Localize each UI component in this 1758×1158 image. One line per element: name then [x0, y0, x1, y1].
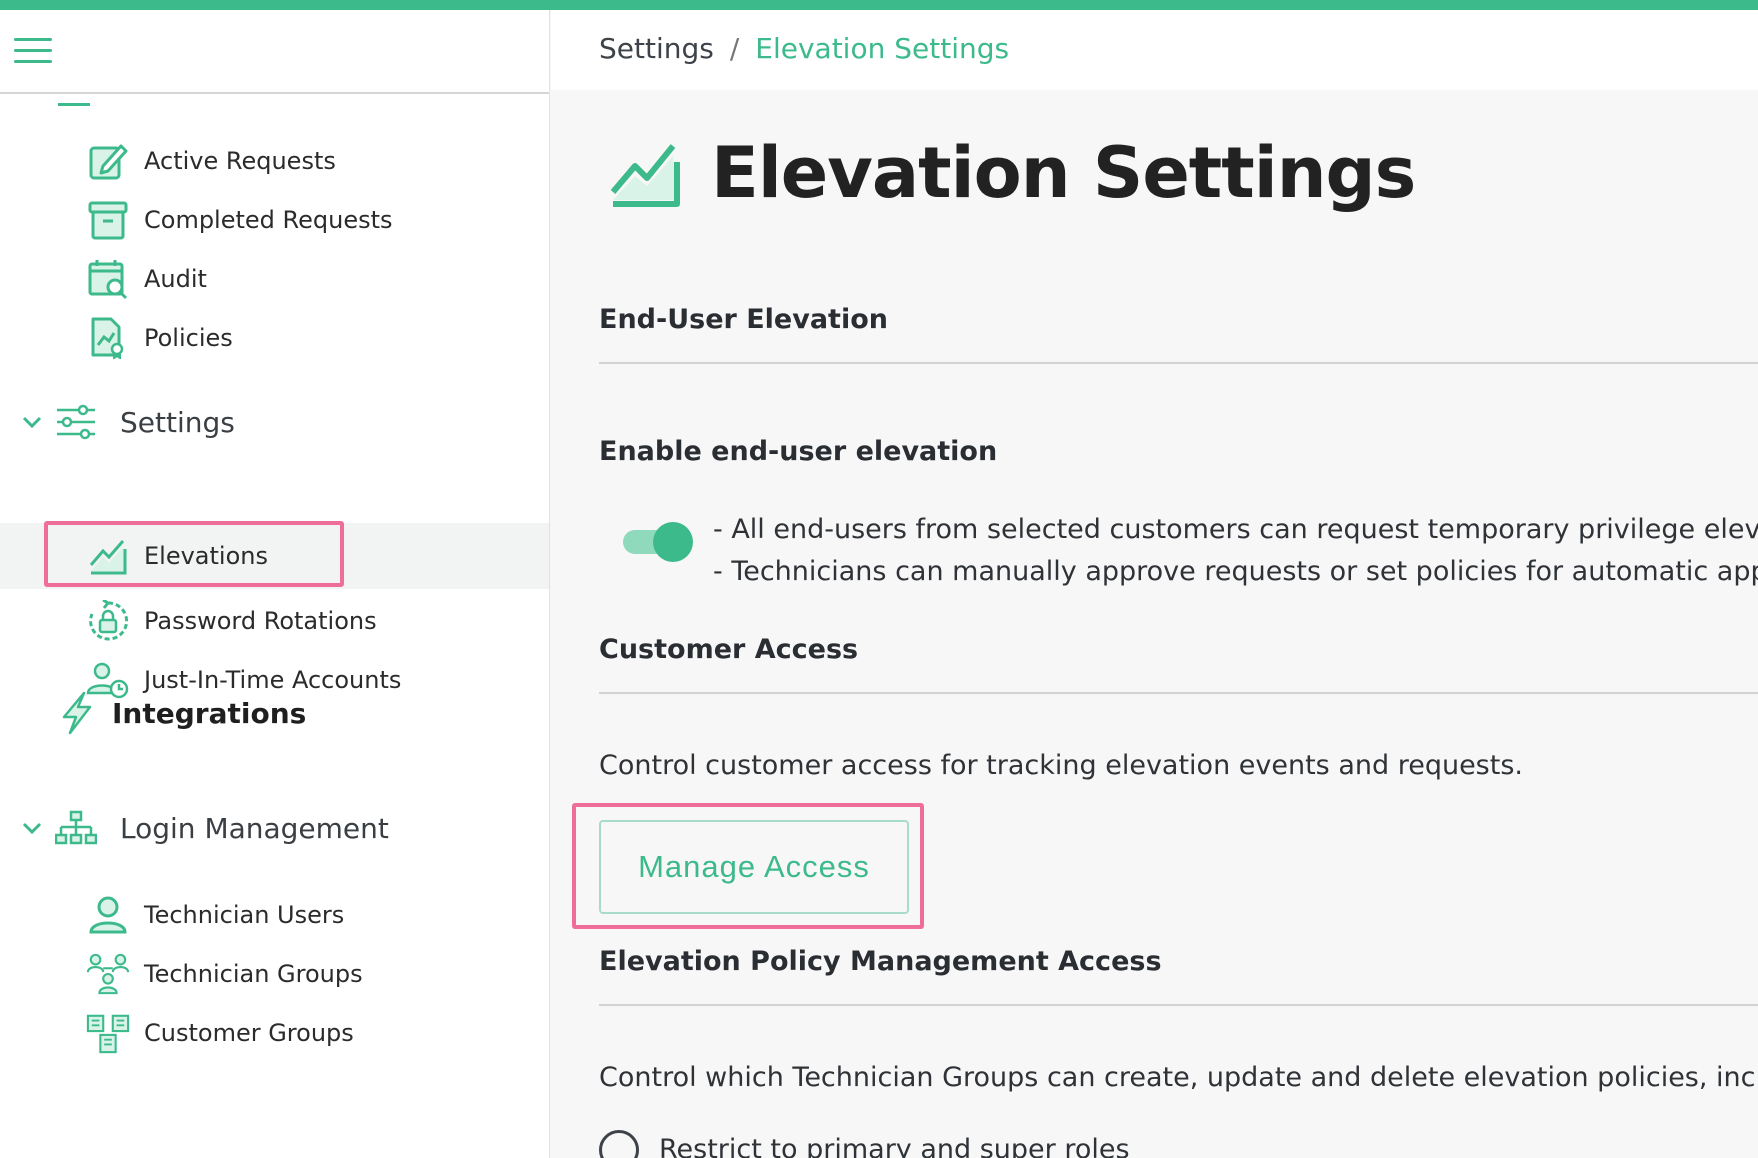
sidebar-item-policies[interactable]: Policies	[0, 305, 549, 371]
hamburger-menu-icon[interactable]	[14, 38, 52, 66]
breadcrumb-current: Elevation Settings	[755, 32, 1010, 65]
sidebar-item-label: Customer Groups	[144, 1019, 354, 1047]
main-header: Settings / Elevation Settings	[551, 10, 1758, 90]
breadcrumb-settings-link[interactable]: Settings	[599, 32, 714, 65]
section-title-end-user-elevation: End-User Elevation	[599, 304, 888, 335]
top-accent-bar	[0, 0, 1758, 10]
sidebar-item-active-requests[interactable]: Active Requests	[0, 128, 549, 194]
sidebar-item-label: Technician Groups	[144, 960, 363, 988]
buildings-icon	[86, 1011, 130, 1055]
sidebar-item-elevations[interactable]: Elevations	[0, 523, 549, 589]
page-title: Elevation Settings	[711, 132, 1416, 214]
sidebar-item-audit[interactable]: Audit	[0, 246, 549, 312]
section-title-customer-access: Customer Access	[599, 634, 859, 665]
sidebar-section-label: Integrations	[112, 696, 307, 730]
sidebar-section-label: Settings	[120, 405, 235, 439]
sidebar-item-label: Active Requests	[144, 147, 336, 175]
sidebar-item-password-rotations[interactable]: Password Rotations	[0, 588, 549, 654]
breadcrumb-separator: /	[729, 32, 740, 65]
toggle-description-line: - All end-users from selected customers …	[713, 514, 1758, 545]
calendar-search-icon	[86, 257, 130, 301]
section-divider	[599, 692, 1758, 694]
sliders-icon	[54, 400, 98, 444]
password-rotation-icon	[86, 599, 130, 643]
customer-access-description: Control customer access for tracking ele…	[599, 750, 1523, 781]
section-title-policy-management-access: Elevation Policy Management Access	[599, 946, 1162, 977]
sidebar-item-technician-groups[interactable]: Technician Groups	[0, 941, 549, 1007]
policy-document-icon	[86, 316, 130, 360]
archive-box-icon	[86, 198, 130, 242]
section-divider	[599, 1004, 1758, 1006]
sidebar-item-label: Elevations	[144, 542, 268, 570]
chevron-down-icon	[22, 822, 42, 835]
sidebar-section-integrations[interactable]: Integrations	[0, 678, 549, 748]
lightning-icon	[54, 691, 98, 735]
sidebar-item-label: Password Rotations	[144, 607, 377, 635]
org-chart-icon	[54, 806, 98, 850]
user-group-icon	[86, 952, 130, 996]
partially-hidden-icon	[58, 100, 90, 106]
sidebar-section-login-management[interactable]: Login Management	[0, 793, 549, 863]
sidebar-item-label: Completed Requests	[144, 206, 393, 234]
breadcrumb: Settings / Elevation Settings	[599, 32, 1009, 65]
toggle-label-enable-end-user-elevation: Enable end-user elevation	[599, 436, 998, 467]
sidebar-item-completed-requests[interactable]: Completed Requests	[0, 187, 549, 253]
sidebar-item-customer-groups[interactable]: Customer Groups	[0, 1000, 549, 1066]
section-divider	[599, 362, 1758, 364]
policy-management-description: Control which Technician Groups can crea…	[599, 1062, 1758, 1093]
sidebar-header	[0, 10, 549, 94]
toggle-description-line: - Technicians can manually approve reque…	[713, 556, 1758, 587]
sidebar: Active Requests Completed Requests Audit…	[0, 10, 550, 1158]
manage-access-button[interactable]: Manage Access	[599, 820, 909, 914]
user-icon	[86, 893, 130, 937]
restrict-roles-radio-label: Restrict to primary and super roles	[659, 1134, 1130, 1158]
chevron-down-icon	[22, 416, 42, 429]
sidebar-section-settings[interactable]: Settings	[0, 387, 549, 457]
sidebar-item-label: Technician Users	[144, 901, 345, 929]
main-content: Settings / Elevation Settings Elevation Se…	[551, 10, 1758, 1158]
restrict-roles-radio[interactable]	[599, 1130, 639, 1158]
elevation-chart-icon	[610, 144, 680, 207]
sidebar-item-label: Policies	[144, 324, 233, 352]
end-user-elevation-toggle[interactable]	[621, 520, 693, 562]
sidebar-section-label: Login Management	[120, 811, 389, 845]
edit-note-icon	[86, 139, 130, 183]
sidebar-item-label: Audit	[144, 265, 207, 293]
elevation-chart-icon	[86, 534, 130, 578]
sidebar-item-technician-users[interactable]: Technician Users	[0, 882, 549, 948]
